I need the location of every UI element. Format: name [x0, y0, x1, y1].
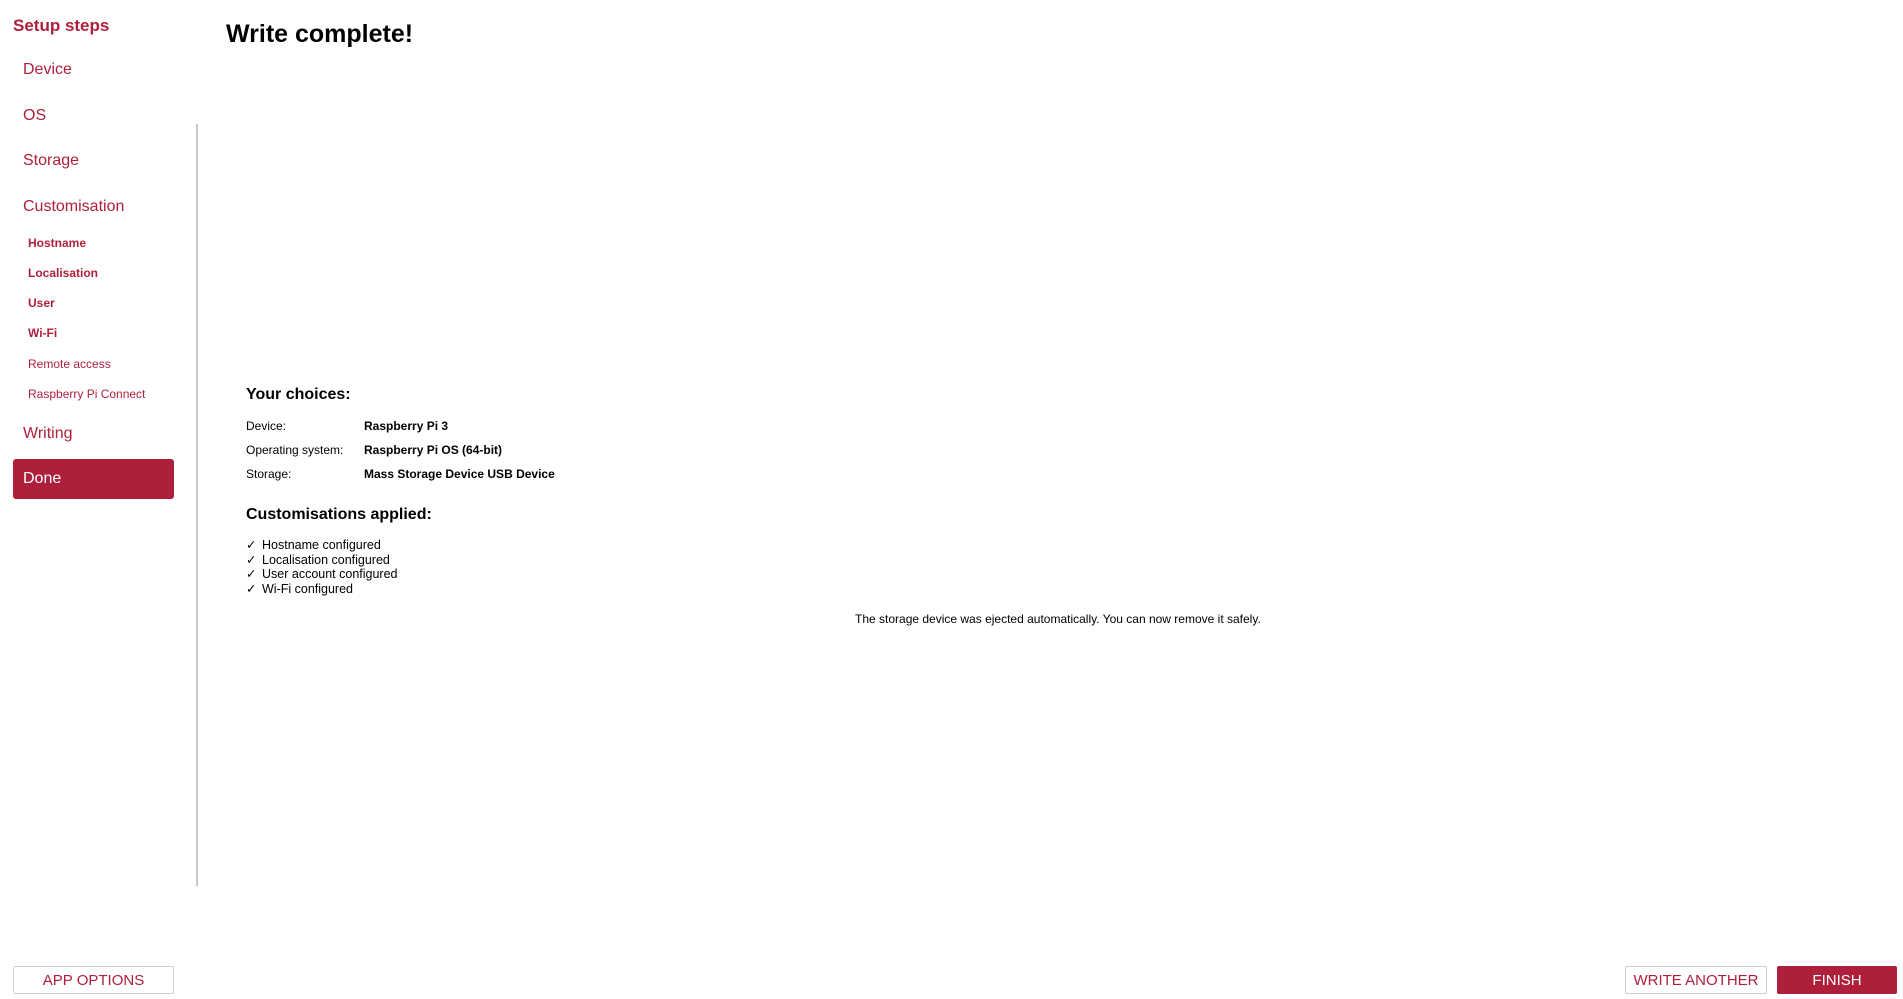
choice-label-os: Operating system:	[246, 443, 344, 457]
write-another-button[interactable]: WRITE ANOTHER	[1625, 966, 1767, 994]
sidebar-item-writing[interactable]: Writing	[13, 414, 174, 454]
finish-button[interactable]: FINISH	[1777, 966, 1897, 994]
app-options-button[interactable]: APP OPTIONS	[13, 966, 174, 994]
list-item: ✓ Wi-Fi configured	[246, 582, 398, 597]
sidebar-subitem-hostname[interactable]: Hostname	[28, 236, 86, 250]
customisation-text: Localisation configured	[262, 552, 390, 567]
page-title: Write complete!	[226, 20, 414, 48]
customisations-list: ✓ Hostname configured ✓ Localisation con…	[246, 538, 398, 596]
choice-label-storage: Storage:	[246, 467, 292, 481]
customisation-text: Wi-Fi configured	[262, 581, 353, 596]
sidebar-title: Setup steps	[13, 16, 110, 35]
customisations-heading: Customisations applied:	[246, 506, 432, 523]
list-item: ✓ Hostname configured	[246, 538, 398, 553]
eject-message: The storage device was ejected automatic…	[855, 612, 1261, 626]
sidebar-item-storage[interactable]: Storage	[13, 141, 174, 181]
choice-value-storage: Mass Storage Device USB Device	[364, 467, 555, 481]
check-icon: ✓	[246, 567, 257, 581]
list-item: ✓ Localisation configured	[246, 553, 398, 568]
check-icon: ✓	[246, 552, 257, 567]
sidebar-subitem-localisation[interactable]: Localisation	[28, 266, 98, 280]
choice-value-os: Raspberry Pi OS (64-bit)	[364, 443, 503, 457]
choices-heading: Your choices:	[246, 386, 351, 403]
sidebar-item-device[interactable]: Device	[13, 50, 174, 90]
sidebar-subitem-wifi[interactable]: Wi-Fi	[28, 326, 57, 340]
sidebar-subitem-remote-access[interactable]: Remote access	[28, 357, 111, 371]
customisation-text: Hostname configured	[262, 538, 381, 552]
imager-window: Setup steps Device OS Storage Customisat…	[0, 0, 1903, 999]
check-icon: ✓	[246, 538, 257, 552]
choice-label-device: Device:	[246, 419, 287, 433]
choice-value-device: Raspberry Pi 3	[364, 419, 449, 433]
sidebar-subitem-pi-connect[interactable]: Raspberry Pi Connect	[28, 387, 145, 401]
sidebar-divider	[196, 124, 198, 886]
sidebar-item-os[interactable]: OS	[13, 96, 174, 136]
list-item: ✓ User account configured	[246, 567, 398, 582]
customisation-text: User account configured	[262, 567, 398, 581]
sidebar-subitem-user[interactable]: User	[28, 296, 55, 310]
sidebar-item-done[interactable]: Done	[13, 459, 174, 499]
check-icon: ✓	[246, 581, 257, 596]
sidebar-item-customisation[interactable]: Customisation	[13, 187, 174, 227]
setup-steps-sidebar: Setup steps Device OS Storage Customisat…	[0, 0, 196, 999]
